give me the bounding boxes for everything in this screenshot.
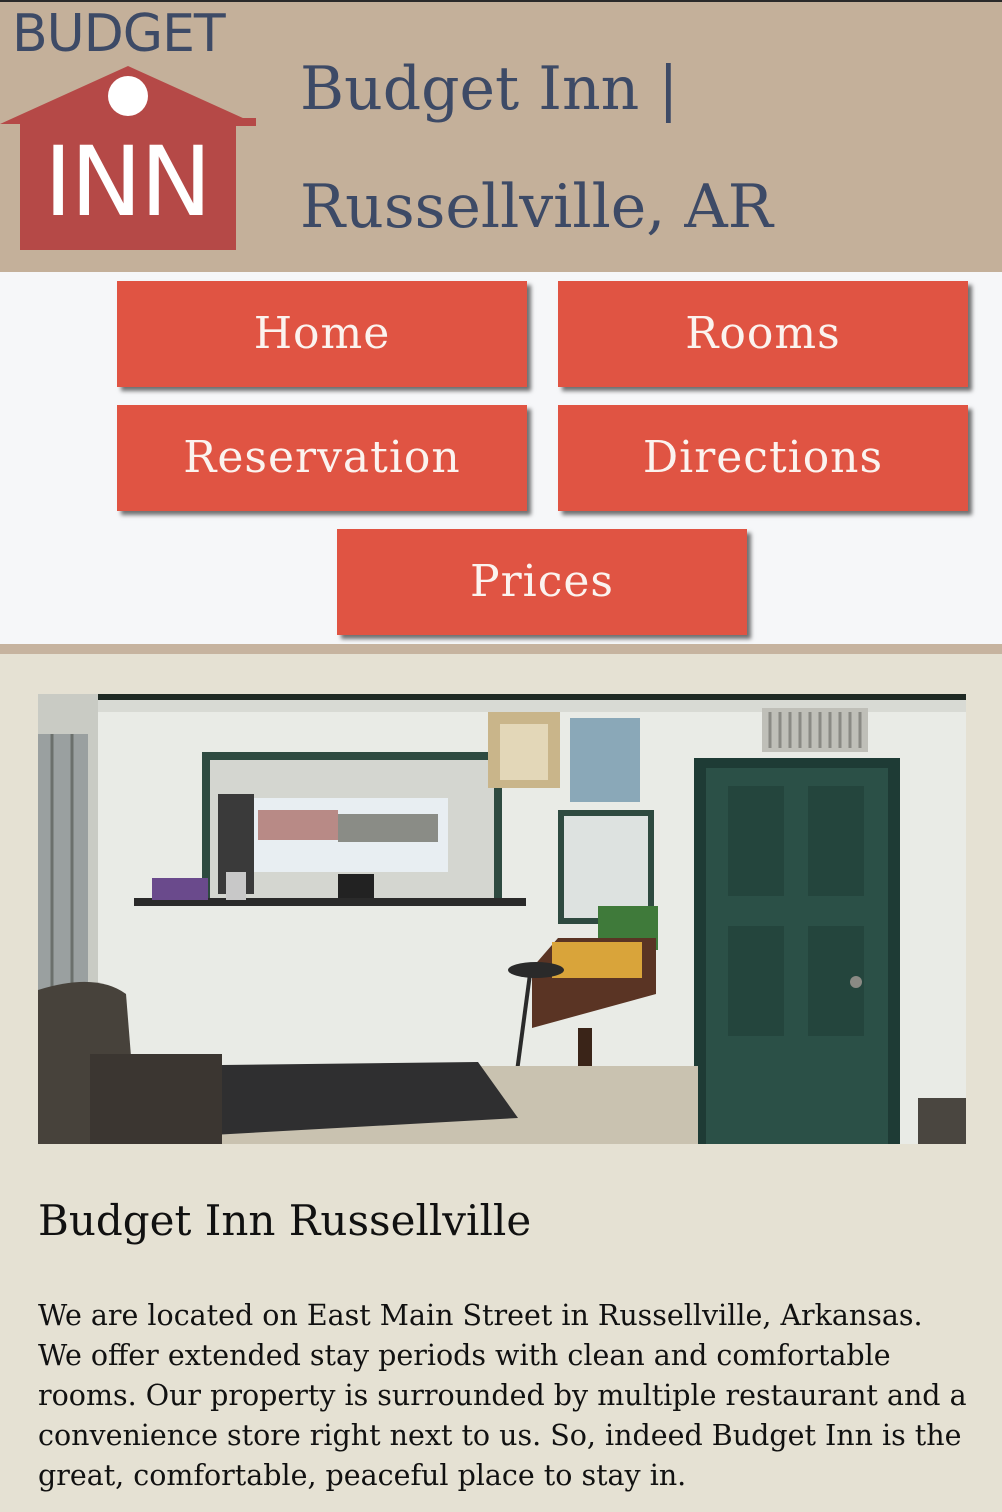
lobby-photo <box>38 694 966 1144</box>
budget-inn-logo[interactable]: BUDGET INN <box>0 6 262 256</box>
main-nav: Home Rooms Reservation Directions Prices <box>0 272 1002 644</box>
site-title-line1: Budget Inn | <box>300 54 679 124</box>
nav-home-button[interactable]: Home <box>117 281 527 387</box>
nav-directions-button[interactable]: Directions <box>558 405 968 511</box>
site-title: Budget Inn | Russellville, AR <box>300 30 980 266</box>
site-header: BUDGET INN Budget Inn | Russellville, AR <box>0 0 1002 272</box>
page-heading: Budget Inn Russellville <box>38 1196 532 1245</box>
lobby-illustration <box>38 694 966 1144</box>
nav-reservation-button[interactable]: Reservation <box>117 405 527 511</box>
logo-budget-text: BUDGET <box>12 4 226 64</box>
nav-divider <box>0 644 1002 654</box>
nav-rooms-button[interactable]: Rooms <box>558 281 968 387</box>
site-title-line2: Russellville, AR <box>300 172 773 242</box>
logo-inn-text: INN <box>44 126 212 238</box>
nav-prices-button[interactable]: Prices <box>337 529 747 635</box>
intro-paragraph: We are located on East Main Street in Ru… <box>38 1299 967 1492</box>
